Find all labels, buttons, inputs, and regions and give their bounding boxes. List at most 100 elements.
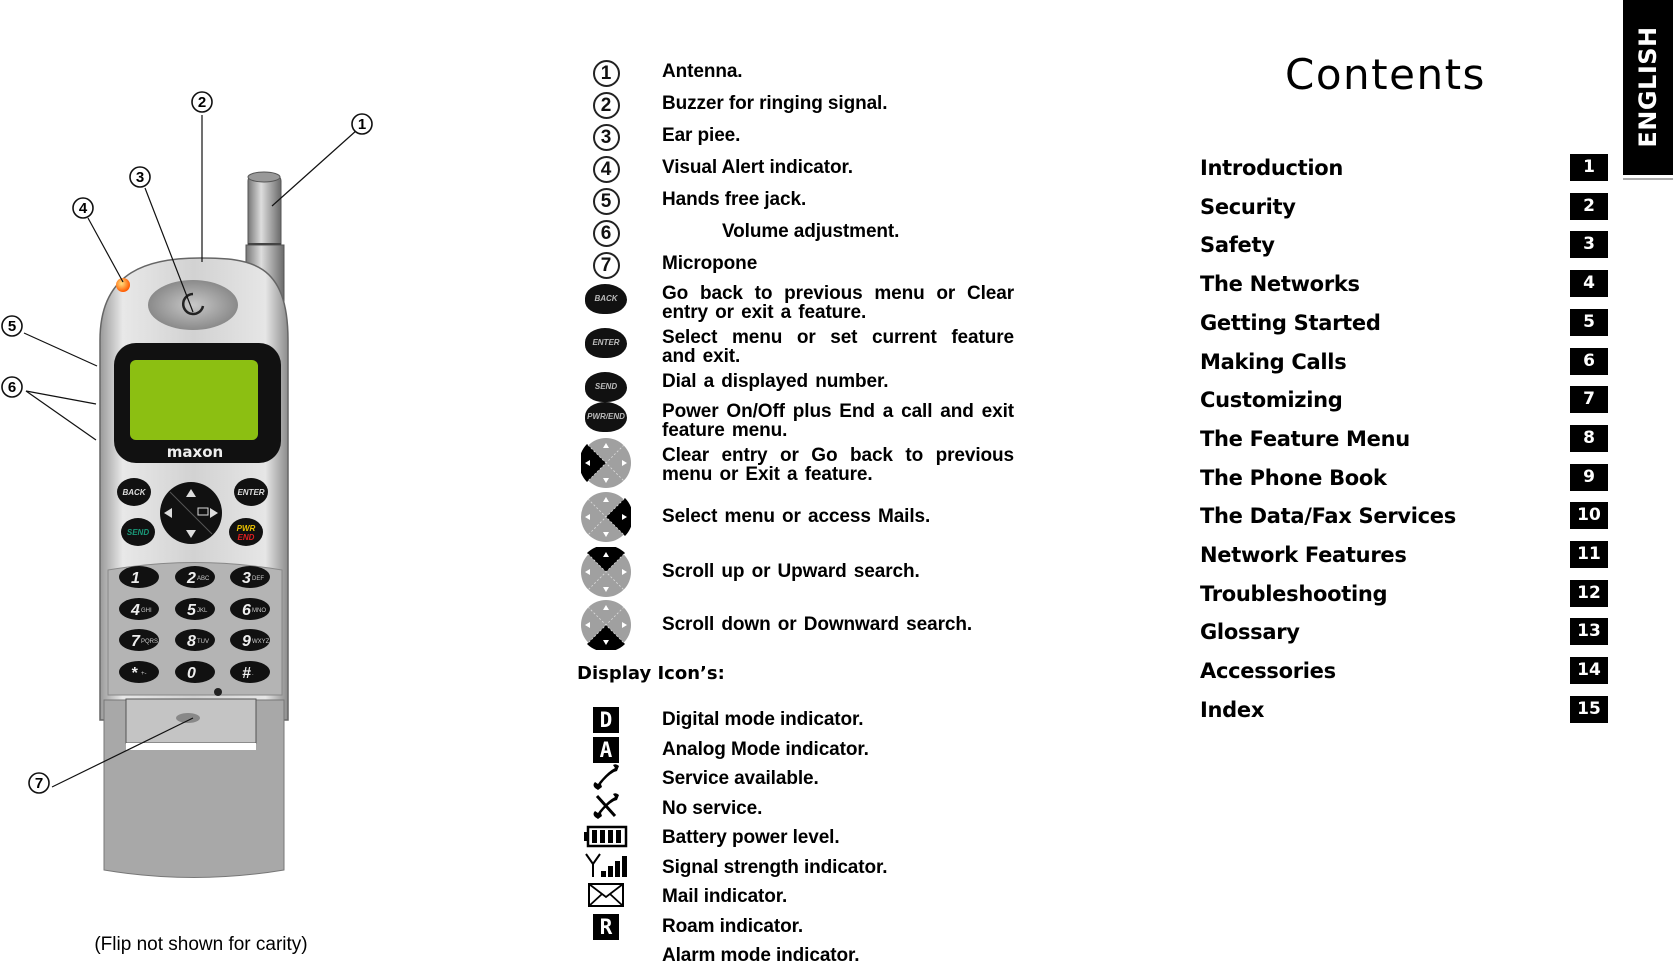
display-icon-item: No service. [585,792,1015,825]
toc-page-number[interactable]: 13 [1570,618,1608,646]
toc-page-number[interactable]: 10 [1570,502,1608,530]
toc-item[interactable]: Security 2 [1200,192,1608,223]
toc-page-number[interactable]: 7 [1570,386,1608,414]
callout-label: 3 [136,169,144,186]
language-tab-divider [1623,178,1673,180]
toc-page-number[interactable]: 4 [1570,270,1608,298]
display-icon-slot [585,763,627,796]
callout-label: 2 [198,94,206,111]
toc-page-number[interactable]: 2 [1570,192,1608,220]
nav-down-key-icon [581,600,631,650]
toc-page-number[interactable]: 11 [1570,541,1608,568]
toc-item[interactable]: The Feature Menu 8 [1200,424,1608,455]
toc-item[interactable]: The Networks 4 [1200,270,1608,300]
toc-item[interactable]: Network Features 11 [1200,541,1608,571]
legend-item: 1 Antenna. [585,58,1015,88]
display-icon-item: Battery power level. [584,824,1015,854]
toc-page-number[interactable]: 6 [1570,347,1608,375]
callout-label: 7 [35,775,43,792]
toc-item[interactable]: Accessories 14 [1200,657,1608,687]
toc-label[interactable]: The Networks [1200,270,1360,298]
legend-icon-slot [581,438,631,488]
legend-item: SEND Dial a displayed number. [585,372,1015,402]
toc-page-number[interactable]: 12 [1570,579,1608,607]
legend-text: Go back to previous menu or Clear entry … [662,283,1014,323]
toc-label[interactable]: Getting Started [1200,309,1381,337]
circled-3-icon: 3 [585,122,627,152]
key-letters: +- [141,671,147,677]
toc-label[interactable]: Customizing [1200,386,1343,414]
key-digit: 0 [187,665,196,682]
legend-text: Visual Alert indicator. [662,157,853,178]
keypad-key[interactable] [119,661,159,683]
legend-item: ENTER Select menu or set current feature… [585,328,1015,366]
toc-label[interactable]: Safety [1200,231,1275,259]
toc-item[interactable]: The Data/Fax Services 10 [1200,502,1608,532]
toc-page-number[interactable]: 8 [1570,424,1608,452]
back-key-icon: BACK [585,284,627,314]
toc-label[interactable]: Index [1200,696,1264,724]
toc-item[interactable]: Introduction 1 [1200,154,1608,184]
toc-label[interactable]: Introduction [1200,154,1343,182]
legend-item: BACK Go back to previous menu or Clear e… [585,284,1015,322]
display-icon-slot: A [585,736,627,764]
legend-item: Select menu or access Mails. [581,492,1015,542]
key-digit: * [131,665,138,682]
legend-text: Power On/Off plus End a call and exit fe… [662,401,1014,441]
toc-label[interactable]: Troubleshooting [1200,580,1388,608]
toc-label[interactable]: Network Features [1200,541,1407,569]
key-letters: MNO [252,608,266,614]
toc-item[interactable]: Troubleshooting 12 [1200,579,1608,610]
battery-icon [584,824,628,853]
key-letters: TUV [197,639,209,645]
circled-1-icon: 1 [585,58,627,88]
digital-mode-icon: D [593,707,619,733]
toc-label[interactable]: Accessories [1200,657,1336,685]
toc-label[interactable]: Security [1200,193,1296,221]
contents-title: Contents [1285,50,1486,99]
toc-page-number[interactable]: 14 [1570,657,1608,685]
toc-item[interactable]: The Phone Book 9 [1200,463,1608,494]
toc-label[interactable]: Making Calls [1200,348,1347,376]
navigation-pad[interactable] [160,482,222,544]
display-icon-slot [584,824,628,853]
legend-text: Scroll down or Downward search. [662,614,973,635]
toc-page-number[interactable]: 3 [1570,231,1608,259]
toc-page-number[interactable]: 1 [1570,154,1608,181]
key-letters: GHI [141,608,152,614]
circled-number: 1 [592,59,620,87]
legend-icon-slot: ENTER [585,328,627,358]
legend-item: PWR/END Power On/Off plus End a call and… [585,402,1015,440]
end-key-label: END [238,533,255,542]
toc-label[interactable]: The Data/Fax Services [1200,502,1456,530]
send-key-label: SEND [127,528,149,537]
circled-number: 2 [592,91,620,119]
key-digit: 2 [186,570,196,587]
legend-item: 3 Ear piee. [585,122,1015,152]
enter-key-icon: ENTER [585,328,627,358]
toc-page-number[interactable]: 15 [1570,695,1608,723]
toc-item[interactable]: Customizing 7 [1200,386,1608,416]
toc-label[interactable]: Glossary [1200,618,1300,646]
circled-5-icon: 5 [585,186,627,216]
key-digit: 5 [187,602,197,619]
toc-label[interactable]: The Phone Book [1200,464,1387,492]
toc-item[interactable]: Getting Started 5 [1200,308,1608,339]
display-icon-text: Battery power level. [662,827,840,848]
toc-item[interactable]: Safety 3 [1200,231,1608,261]
toc-page-number[interactable]: 5 [1570,308,1608,336]
analog-mode-icon: A [593,736,619,763]
key-digit: 3 [242,570,251,587]
display-icon-text: Alarm mode indicator. [662,945,860,966]
key-letters: WXYZ [252,639,270,645]
no-service-icon [589,792,623,825]
toc-page-number[interactable]: 9 [1570,463,1608,491]
key-digit: 1 [131,570,140,587]
display-icon-text: Signal strength indicator. [662,856,888,878]
toc-label[interactable]: The Feature Menu [1200,425,1410,453]
toc-item[interactable]: Making Calls 6 [1200,347,1608,378]
service-available-icon [589,763,623,796]
legend-icon-slot [581,547,631,597]
toc-item[interactable]: Glossary 13 [1200,618,1608,648]
toc-item[interactable]: Index 15 [1200,695,1608,726]
